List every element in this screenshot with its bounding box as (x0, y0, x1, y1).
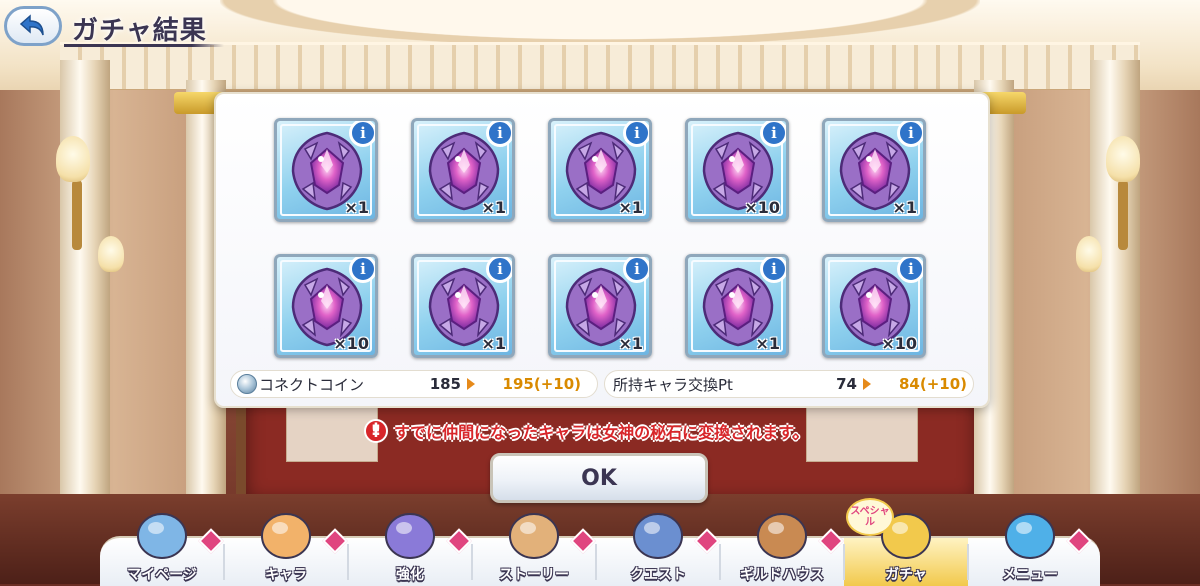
info-icon[interactable]: i (760, 121, 786, 147)
wall-lamp (1106, 136, 1140, 182)
nav-divider (223, 544, 225, 580)
warning-icon: ! (364, 419, 388, 443)
wall-lamp (56, 136, 90, 182)
header-title-area: ガチャ結果 (64, 4, 234, 48)
nav-label: メニュー (1002, 567, 1058, 583)
item-quantity: ×10 (333, 334, 369, 353)
nav-divider (347, 544, 349, 580)
exchange-stat-row: 所持キャラ交換Pt 74 84(+10) (604, 370, 974, 398)
info-icon[interactable]: i (486, 121, 512, 147)
nav-divider (843, 544, 845, 580)
item-quantity: ×1 (618, 334, 643, 353)
item-quantity: ×1 (481, 334, 506, 353)
item-quantity: ×1 (481, 198, 506, 217)
result-item[interactable]: i ×10 (822, 254, 926, 358)
flag-sword-icon (626, 504, 690, 560)
nav-label: マイページ (127, 567, 197, 583)
column-far-left (60, 60, 110, 530)
nav-label: キャラ (265, 567, 307, 583)
ceiling-arch (220, 0, 980, 46)
title-underline (64, 44, 224, 47)
exchange-label: 所持キャラ交換Pt (613, 375, 733, 394)
item-quantity: ×1 (892, 198, 917, 217)
item-quantity: ×10 (881, 334, 917, 353)
wall-lamp (1076, 236, 1102, 272)
info-icon[interactable]: i (623, 121, 649, 147)
nav-item-3[interactable]: 強化 (348, 513, 472, 586)
result-item[interactable]: i ×10 (685, 118, 789, 222)
connect-coin-icon (237, 374, 257, 394)
info-icon[interactable]: i (760, 257, 786, 283)
nav-item-8[interactable]: メニュー (968, 513, 1092, 586)
column-far-right (1090, 60, 1140, 530)
character-icon (254, 504, 318, 560)
result-item[interactable]: i ×1 (274, 118, 378, 222)
result-item[interactable]: i ×1 (685, 254, 789, 358)
result-item[interactable]: i ×1 (548, 118, 652, 222)
nav-item-1[interactable]: マイページ (100, 513, 224, 586)
nav-label: ギルドハウス (740, 567, 824, 583)
item-quantity: ×10 (744, 198, 780, 217)
info-icon[interactable]: i (623, 257, 649, 283)
special-badge: スペシャル (846, 498, 894, 536)
result-item[interactable]: i ×1 (411, 118, 515, 222)
nav-item-7[interactable]: スペシャルガチャ (844, 498, 968, 586)
ok-button[interactable]: OK (490, 453, 708, 503)
result-item[interactable]: i ×1 (411, 254, 515, 358)
nav-item-4[interactable]: ストーリー (472, 513, 596, 586)
increase-arrow-icon (467, 378, 475, 390)
wall-lamp (98, 236, 124, 272)
back-button[interactable] (4, 6, 62, 46)
coin-before: 185 (429, 375, 461, 393)
nav-label: ストーリー (499, 567, 569, 583)
page-title: ガチャ結果 (72, 16, 207, 46)
scroll-icon (502, 504, 566, 560)
exchange-after: 84(+10) (898, 375, 967, 393)
coin-label: コネクトコイン (259, 375, 365, 394)
gacha-result-panel: i ×1 i ×1 i ×1 i ×10 i ×1 i ×10 i ×1 i ×… (214, 92, 990, 408)
info-icon[interactable]: i (486, 257, 512, 283)
exchange-before: 74 (836, 375, 857, 393)
bottom-nav: マイページ キャラ 強化 ストーリー クエスト ギルドハウス スペシャル ガチャ メニュー (100, 498, 1100, 586)
result-item[interactable]: i ×1 (822, 118, 926, 222)
result-item[interactable]: i ×1 (548, 254, 652, 358)
nav-item-5[interactable]: クエスト (596, 513, 720, 586)
info-icon[interactable]: i (897, 257, 923, 283)
lamp-arm (1118, 180, 1128, 250)
item-quantity: ×1 (344, 198, 369, 217)
nav-divider (967, 544, 969, 580)
info-icon[interactable]: i (349, 257, 375, 283)
nav-label: クエスト (630, 567, 686, 583)
item-quantity: ×1 (618, 198, 643, 217)
castle-icon (130, 504, 194, 560)
result-item[interactable]: i ×10 (274, 254, 378, 358)
notice-text: すでに仲間になったキャラは女神の秘石に変換されます。 (394, 423, 809, 442)
back-arrow-icon (19, 14, 44, 36)
conversion-notice: ! すでに仲間になったキャラは女神の秘石に変換されます。 (364, 419, 809, 443)
info-icon[interactable]: i (349, 121, 375, 147)
nav-divider (595, 544, 597, 580)
nav-item-2[interactable]: キャラ (224, 513, 348, 586)
nav-divider (719, 544, 721, 580)
nav-label: 強化 (396, 567, 424, 583)
nav-divider (471, 544, 473, 580)
increase-arrow-icon (863, 378, 871, 390)
lamp-arm (72, 180, 82, 250)
orbs-icon (378, 504, 442, 560)
nav-item-6[interactable]: ギルドハウス (720, 513, 844, 586)
nav-label: ガチャ (885, 567, 927, 583)
info-icon[interactable]: i (897, 121, 923, 147)
coin-stat-row: コネクトコイン 185 195(+10) (230, 370, 598, 398)
house-icon (750, 504, 814, 560)
item-quantity: ×1 (755, 334, 780, 353)
coin-after: 195(+10) (502, 375, 581, 393)
crystal-icon (998, 504, 1062, 560)
